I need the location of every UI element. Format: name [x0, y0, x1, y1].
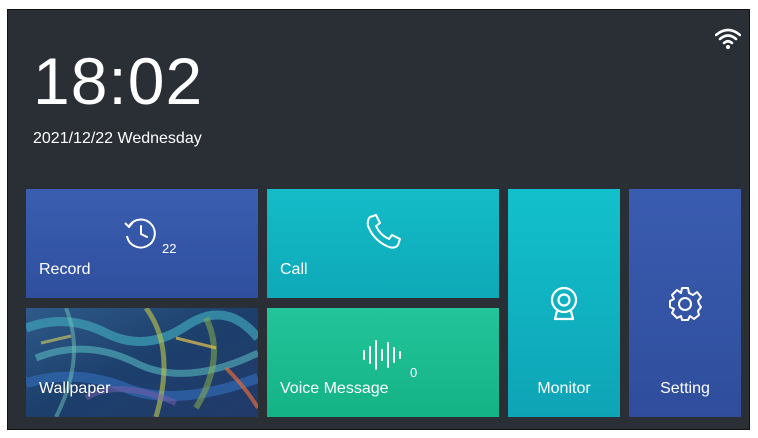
call-label: Call [280, 261, 308, 278]
home-screen: 18:02 2021/12/22 Wednesday 22 Record Cal… [7, 9, 750, 430]
record-tile[interactable]: 22 Record [26, 189, 258, 298]
abstract-painting-image [26, 308, 258, 417]
clock-time: 18:02 [33, 44, 204, 118]
history-clock-icon [124, 218, 156, 249]
voice-message-label: Voice Message [280, 380, 389, 397]
call-tile[interactable]: Call [267, 189, 499, 298]
camera-icon [550, 286, 578, 321]
voice-wave-icon [363, 340, 401, 370]
gear-icon [669, 287, 702, 321]
wallpaper-label: Wallpaper [39, 380, 111, 397]
phone-icon [366, 214, 401, 249]
voice-message-tile[interactable]: 0 Voice Message [267, 308, 499, 417]
device-frame: 18:02 2021/12/22 Wednesday 22 Record Cal… [0, 0, 758, 438]
setting-label: Setting [660, 380, 710, 397]
wallpaper-tile[interactable]: Wallpaper [26, 308, 258, 417]
record-label: Record [39, 261, 91, 278]
monitor-tile[interactable]: Monitor [508, 189, 620, 417]
monitor-label: Monitor [537, 380, 591, 397]
record-count-badge: 22 [162, 241, 177, 256]
clock-date: 2021/12/22 Wednesday [33, 130, 202, 147]
voice-message-count-badge: 0 [410, 365, 418, 380]
setting-tile[interactable]: Setting [629, 189, 741, 417]
wifi-icon [715, 28, 741, 49]
